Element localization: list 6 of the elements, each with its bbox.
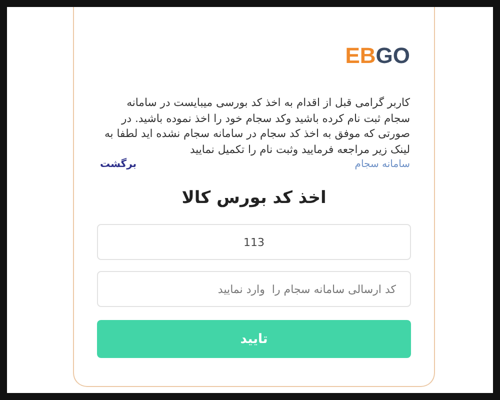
- notice-text: کاربر گرامی قبل از اقدام به اخذ کد بورسی میبایست در سامانه سجام ثبت نام کرده باشید وکد سجام خود را اخذ نموده باشید. در صورتی که موفق به اخذ کد سجام در سامانه سجام نشده اید لطفا به لینک زیر مراجعه فرمایید وثبت نام را تکمیل نمایید: [103, 95, 410, 157]
- logo: EBGO: [345, 43, 410, 69]
- back-link[interactable]: برگشت: [100, 159, 137, 170]
- sejam-code-field[interactable]: کد ارسالی سامانه سجام را وارد نمایید: [97, 271, 411, 307]
- code-field[interactable]: 113: [97, 224, 411, 260]
- form-title: اخذ کد بورس کالا: [180, 188, 328, 208]
